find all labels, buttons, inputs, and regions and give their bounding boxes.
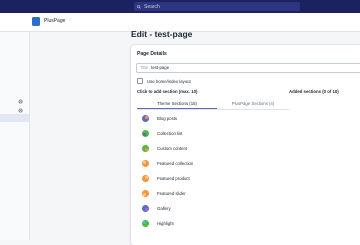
search-placeholder: Search	[144, 3, 160, 10]
section-icon	[142, 174, 149, 182]
section-label: Custom content	[157, 145, 188, 151]
list-item[interactable]: Featured collection	[142, 159, 193, 167]
section-label: Featured collection	[157, 160, 194, 166]
tab-pluspage-sections[interactable]: PlusPage Sections (4)	[217, 100, 289, 108]
title-input-value: test-page	[151, 65, 170, 70]
page-details-card: Page Details Title test-page Use home/in…	[131, 45, 360, 245]
list-item[interactable]: Featured product	[142, 174, 190, 182]
page-title: Edit - test-page	[131, 29, 193, 39]
section-label: Featured slider	[157, 190, 186, 196]
list-item[interactable]: Custom content	[142, 144, 187, 152]
tab-divider	[137, 109, 289, 110]
home-layout-checkbox[interactable]	[137, 78, 143, 84]
checkbox-label: Use home/index layout	[147, 78, 191, 84]
app-name[interactable]: PlusPage	[44, 18, 65, 24]
section-icon	[142, 204, 149, 212]
section-icon	[142, 219, 149, 227]
tab-theme-sections[interactable]: Theme Sections (15)	[137, 100, 217, 109]
section-label: Highlight	[157, 220, 174, 226]
layout-checkbox-row[interactable]: Use home/index layout	[137, 78, 191, 84]
settings-icon[interactable]	[18, 108, 23, 113]
list-item[interactable]: Gallery	[142, 204, 171, 212]
section-icon	[142, 144, 149, 152]
section-label: Featured product	[157, 175, 190, 181]
card-heading: Page Details	[137, 51, 167, 57]
section-label: Gallery	[157, 205, 171, 211]
top-bar: Search	[0, 0, 360, 13]
section-icon	[142, 159, 149, 167]
gear-icon[interactable]	[18, 99, 23, 104]
search-icon	[137, 4, 141, 9]
section-icon	[142, 189, 149, 197]
section-icon	[142, 114, 149, 122]
list-item[interactable]: Highlight	[142, 219, 174, 227]
added-sections-label: Added sections (0 of 10)	[289, 89, 339, 94]
list-item[interactable]: Featured slider	[142, 189, 186, 197]
sidebar	[0, 32, 30, 240]
section-label: Collection list	[157, 130, 183, 136]
section-label: Blog posts	[157, 115, 178, 121]
list-item[interactable]: Blog posts	[142, 114, 177, 122]
pluspage-logo-icon[interactable]	[32, 17, 40, 26]
title-input[interactable]: Title test-page	[136, 63, 360, 73]
list-item[interactable]: Collection list	[142, 129, 182, 137]
title-input-label: Title	[140, 65, 148, 70]
sidebar-active-item[interactable]	[0, 114, 29, 122]
search-bar[interactable]: Search	[134, 2, 300, 11]
section-icon	[142, 129, 149, 137]
click-to-add-label: Click to add section (max. 10)	[137, 89, 198, 94]
